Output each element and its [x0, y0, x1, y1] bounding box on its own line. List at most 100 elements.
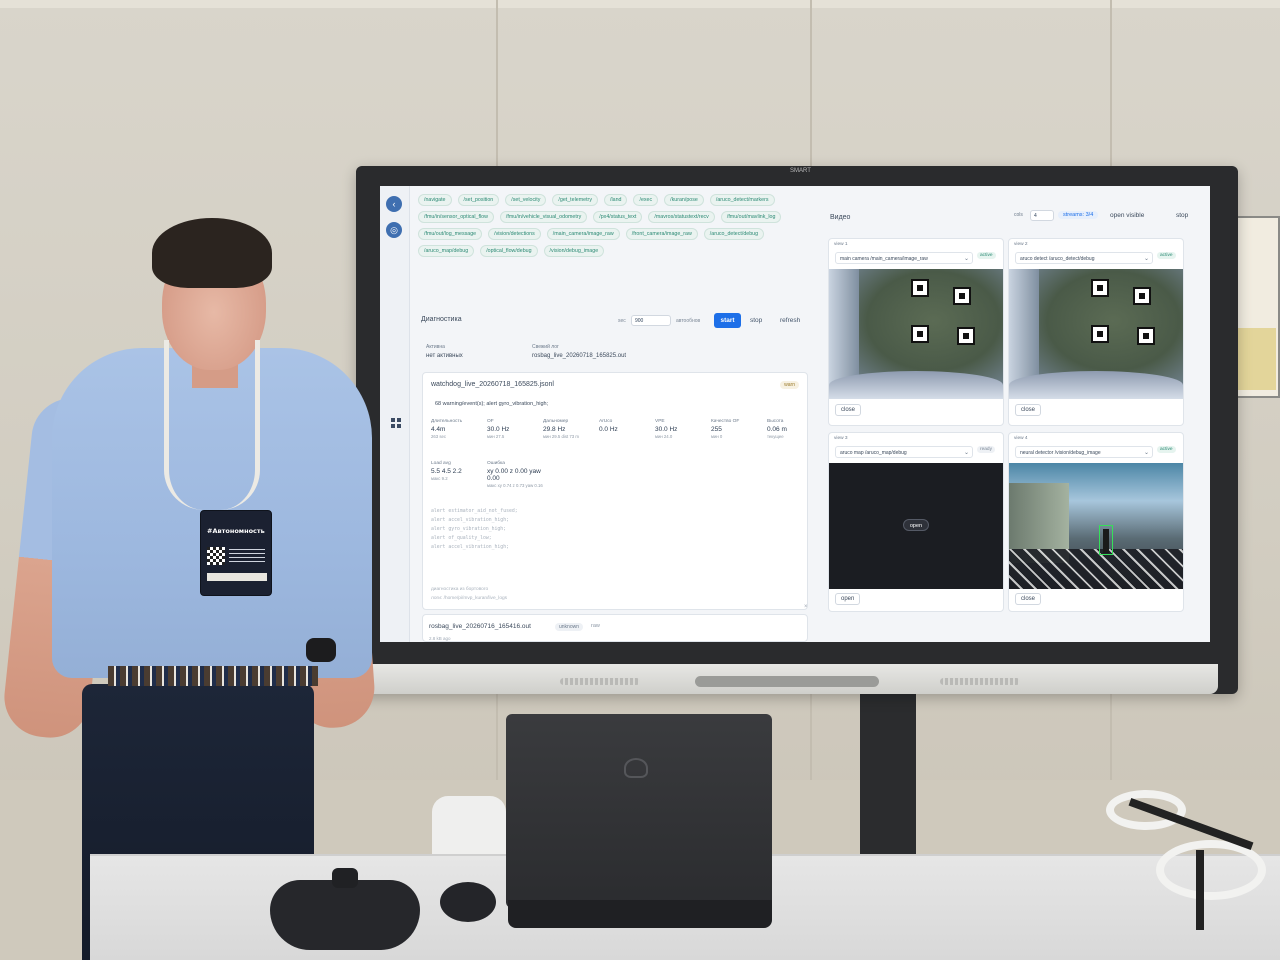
active-value: нет активных [426, 353, 463, 359]
close-button[interactable]: close [835, 404, 862, 416]
stop-button[interactable]: stop [750, 317, 762, 324]
topic-chip[interactable]: /land [603, 194, 628, 206]
topic-chip[interactable]: /px4/status_text [593, 211, 643, 223]
stream-select[interactable]: neural detector /vision/debug_image ⌄ [1015, 446, 1153, 458]
warn-badge: warn [780, 381, 799, 389]
apps-grid-icon[interactable] [391, 418, 401, 428]
speaker-grill [940, 678, 1020, 685]
stream-select[interactable]: aruco map /aruco_map/debug ⌄ [835, 446, 973, 458]
open-stream-button[interactable]: open [903, 519, 929, 531]
topic-chip[interactable]: /mavros/statustext/recv [648, 211, 715, 223]
alert-line: alert accel_vibration_high; [431, 518, 509, 523]
topic-chip[interactable]: /get_telemetry [552, 194, 598, 206]
stat-value: xy 0.00 z 0.00 yaw 0.00 [487, 468, 541, 482]
stat-sub: макс xy 0.74 z 0.73 yaw 0.16 [487, 483, 543, 488]
belt [108, 666, 318, 686]
stream-select-value: aruco detect /aruco_detect/debug [1020, 256, 1095, 262]
topic-chip[interactable]: /set_position [457, 194, 500, 206]
view-3: view 3 aruco map /aruco_map/debug ⌄ ready… [828, 432, 1004, 612]
topic-chip[interactable]: /kuran/pose [664, 194, 704, 206]
watchdog-card[interactable]: watchdog_live_20260718_165825.jsonl warn… [422, 372, 808, 610]
topic-chip[interactable]: /navigate [418, 194, 452, 206]
topic-list: /navigate/set_position/set_velocity/get_… [418, 194, 810, 257]
topic-chip[interactable]: /aruco_map/debug [418, 245, 475, 257]
stat-item: Load avg 5.5 4.5 2.2 макс 9.2 [431, 461, 487, 481]
stream-select[interactable]: main camera /main_camera/image_raw ⌄ [835, 252, 973, 264]
left-pane: /navigate/set_position/set_velocity/get_… [418, 194, 814, 642]
close-button[interactable]: close [1015, 593, 1042, 605]
stat-item: Длительность 4.4m 263 sec [431, 419, 487, 439]
aruco-marker [957, 327, 975, 345]
settings-icon[interactable]: ◎ [386, 222, 402, 238]
stat-value: 0.06 m [767, 426, 787, 433]
stat-label: Высота [767, 419, 784, 424]
topic-chip[interactable]: /aruco_detect/markers [709, 194, 775, 206]
topic-chip[interactable]: /set_velocity [505, 194, 547, 206]
sec-input[interactable]: 900 [631, 315, 671, 326]
open-button[interactable]: open [835, 593, 861, 605]
stat-sub: мин 0 [711, 434, 723, 439]
stat-sub: мин 24.0 [655, 434, 673, 439]
refresh-button[interactable]: refresh [780, 317, 800, 324]
stream-select-value: neural detector /vision/debug_image [1020, 450, 1101, 456]
view-1: view 1 main camera /main_camera/image_ra… [828, 238, 1004, 426]
topic-chip[interactable]: /vision/detections [488, 228, 541, 240]
view-label: view 2 [1014, 242, 1028, 247]
fresh-log-value[interactable]: rosbag_live_20260718_165825.out [532, 353, 626, 359]
auto-refresh-toggle[interactable]: автообнов [676, 318, 700, 324]
topic-chip[interactable]: /fmu/out/log_message [418, 228, 483, 240]
topic-chip[interactable]: /fmu/in/vehicle_visual_odometry [499, 211, 588, 223]
rosbag-raw-link[interactable]: raw [591, 623, 600, 629]
topic-chip[interactable]: /optical_flow/debug [480, 245, 538, 257]
stat-label: Ошибка [487, 461, 505, 466]
stream-select[interactable]: aruco detect /aruco_detect/debug ⌄ [1015, 252, 1153, 264]
diagnostics-header: Диагностика sec 900 автообнов start stop… [418, 312, 814, 334]
topic-chip[interactable]: /front_camera/image_raw [625, 228, 698, 240]
presenter: #Автономность [0, 218, 378, 960]
stat-item: Дальномер 29.8 Hz мин 29.5 dist 73 m [543, 419, 599, 439]
aruco-marker [1091, 279, 1109, 297]
stream-select-value: main camera /main_camera/image_raw [840, 256, 928, 262]
rosbag-card[interactable]: rosbag_live_20260716_165416.out unknown … [422, 614, 808, 642]
topic-chip[interactable]: /main_camera/image_raw [546, 228, 620, 240]
stat-item: Качество OF 255 мин 0 [711, 419, 767, 439]
view-4: view 4 neural detector /vision/debug_ima… [1008, 432, 1184, 612]
stat-value: 255 [711, 426, 722, 433]
aruco-marker [911, 325, 929, 343]
wristwatch [306, 638, 336, 662]
computer-mouse [440, 882, 496, 922]
drone [1106, 790, 1280, 930]
camera-frame [1009, 269, 1183, 399]
video-stop-button[interactable]: stop [1176, 212, 1188, 219]
topic-chip[interactable]: /exec [633, 194, 659, 206]
stat-sub: макс 9.2 [431, 476, 448, 481]
alert-line: alert accel_vibration_high; [431, 545, 509, 550]
name-badge: #Автономность [200, 510, 272, 596]
room-floor [1009, 549, 1183, 589]
chair [432, 796, 506, 860]
stat-item: VPE 30.0 Hz мин 24.0 [655, 419, 711, 439]
topic-chip[interactable]: /vision/debug_image [543, 245, 605, 257]
stat-item: Высота 0.06 m текущее [767, 419, 823, 439]
alert-line: alert of_quality_low; [431, 536, 492, 541]
close-button[interactable]: close [1015, 404, 1042, 416]
stream-select-value: aruco map /aruco_map/debug [840, 450, 907, 456]
badge-name-lines [229, 549, 265, 563]
topic-chip[interactable]: /fmu/out/mavlink_log [720, 211, 782, 223]
dashboard-screen: ‹ ◎ /navigate/set_position/set_velocity /… [380, 186, 1210, 642]
rc-antenna [332, 868, 358, 888]
open-visible-button[interactable]: open visible [1110, 212, 1144, 219]
close-icon[interactable]: × [804, 604, 808, 610]
start-button[interactable]: start [714, 313, 741, 328]
topic-chip[interactable]: /fmu/in/sensor_optical_flow [418, 211, 494, 223]
chevron-down-icon: ⌄ [1143, 450, 1149, 456]
chevron-down-icon: ⌄ [963, 256, 969, 262]
topic-chip[interactable]: /aruco_detect/debug [703, 228, 765, 240]
status-badge: active [977, 252, 996, 259]
back-icon[interactable]: ‹ [386, 196, 402, 212]
stat-value: 4.4m [431, 426, 446, 433]
diagnostics-title: Диагностика [421, 316, 462, 323]
cols-select[interactable]: 4 [1030, 210, 1054, 221]
cols-label: cols [1014, 212, 1023, 218]
video-title: Видео [830, 214, 851, 221]
